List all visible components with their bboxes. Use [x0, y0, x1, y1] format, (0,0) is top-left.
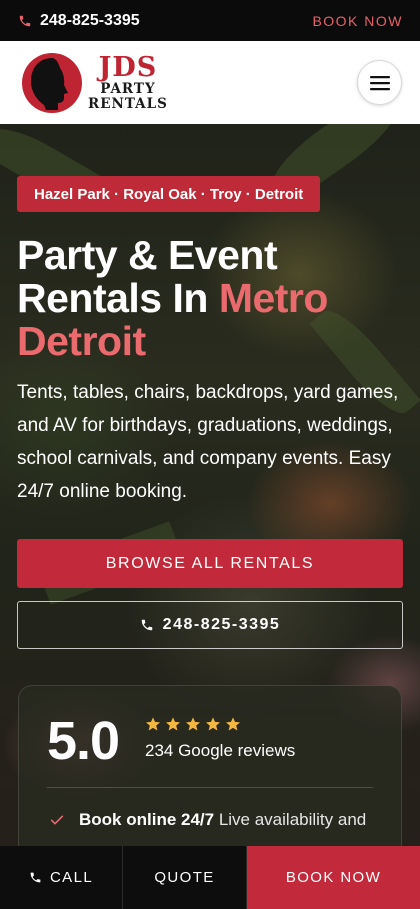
top-book-now-link[interactable]: BOOK NOW [312, 13, 403, 29]
review-count: 234 Google reviews [145, 741, 296, 760]
card-divider [47, 787, 373, 788]
browse-rentals-button[interactable]: BROWSE ALL RENTALS [17, 539, 403, 588]
hero-description: Tents, tables, chairs, backdrops, yard g… [17, 382, 399, 502]
site-header: JDS PARTY RENTALS [0, 41, 420, 124]
star-icon [166, 717, 180, 731]
phone-icon [19, 15, 31, 26]
hamburger-icon [369, 75, 390, 90]
logo-rentals: RENTALS [88, 96, 168, 112]
star-icon [146, 717, 160, 731]
checkmark-icon [50, 815, 64, 825]
logo-silhouette-icon [22, 52, 82, 113]
menu-button[interactable] [357, 60, 402, 105]
logo-text: JDS PARTY RENTALS [88, 54, 168, 112]
call-button[interactable]: CALL [0, 846, 123, 909]
top-bar: 248-825-3395 BOOK NOW [0, 0, 420, 41]
logo[interactable]: JDS PARTY RENTALS [22, 52, 168, 114]
phone-icon [30, 872, 41, 883]
page-title: Party & Event Rentals In Metro Detroit [17, 234, 407, 363]
logo-jds: JDS [98, 51, 158, 83]
bottom-action-bar: CALL QUOTE BOOK NOW [0, 846, 420, 909]
location-tag: Hazel Park · Royal Oak · Troy · Detroit [17, 176, 321, 212]
top-phone-number: 248-825-3395 [40, 11, 140, 29]
star-icon [226, 717, 240, 731]
star-rating [145, 716, 241, 732]
logo-party: PARTY [100, 80, 156, 97]
star-icon [186, 717, 200, 731]
title-highlight-metro: Metro [218, 275, 329, 321]
star-icon [206, 717, 220, 731]
rating-score: 5.0 [47, 711, 120, 771]
phone-icon [141, 619, 152, 631]
hero-section: Hazel Park · Royal Oak · Troy · Detroit … [0, 124, 420, 846]
title-line-1: Party & Event [17, 232, 278, 278]
feature-item: Book online 24/7 Live availability and [49, 810, 366, 830]
title-highlight-detroit: Detroit [17, 318, 146, 364]
rating-card: 5.0 234 Google reviews Book online 24/7 … [18, 685, 402, 846]
feature-bold: Book online 24/7 [79, 810, 215, 829]
title-line-2: Rentals In [17, 275, 219, 321]
call-phone-label: 248-825-3395 [162, 616, 281, 633]
feature-text: Live availability and [214, 810, 367, 829]
call-label: CALL [49, 869, 94, 886]
quote-button[interactable]: QUOTE [123, 846, 247, 909]
top-phone-link[interactable]: 248-825-3395 [18, 12, 140, 30]
book-now-button[interactable]: BOOK NOW [247, 846, 420, 909]
call-phone-button[interactable]: 248-825-3395 [17, 601, 403, 649]
